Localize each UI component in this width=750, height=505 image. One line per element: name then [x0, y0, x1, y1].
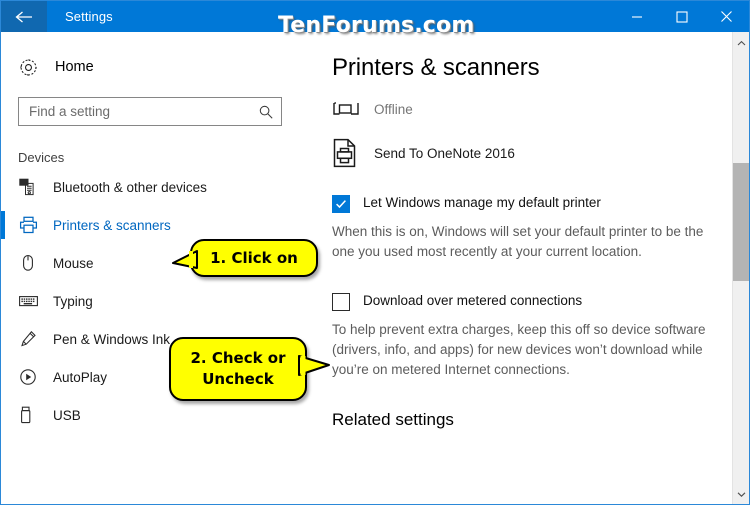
sidebar-item-label: Printers & scanners [53, 217, 171, 233]
sidebar-item-printers-scanners[interactable]: Printers & scanners [1, 208, 312, 242]
sidebar-item-usb[interactable]: USB [1, 398, 312, 432]
maximize-button[interactable] [659, 1, 704, 32]
watermark-text: TenForums.com [278, 13, 475, 38]
close-icon [720, 10, 733, 23]
sidebar-item-label: USB [53, 407, 81, 423]
scrollbar-up-button[interactable] [733, 34, 749, 52]
page-title: Printers & scanners [332, 54, 540, 81]
gear-icon [19, 58, 45, 77]
setting-label: Let Windows manage my default printer [363, 195, 601, 210]
printer-list-item[interactable]: Send To OneNote 2016 [332, 136, 749, 170]
sidebar-item-bluetooth-other-devices[interactable]: Bluetooth & other devices [1, 170, 312, 204]
sidebar-home-label: Home [55, 59, 94, 75]
usb-icon [19, 406, 43, 424]
selection-accent-bar [1, 211, 5, 239]
minimize-button[interactable] [614, 1, 659, 32]
sidebar-group-label: Devices [18, 150, 65, 165]
sidebar-item-label: Mouse [53, 255, 94, 271]
setting-row-default-printer[interactable]: Let Windows manage my default printer [332, 194, 749, 213]
close-button[interactable] [704, 1, 749, 32]
callout-text: 1. Click on [210, 248, 298, 267]
printer-name: Send To OneNote 2016 [374, 145, 515, 161]
setting-description: To help prevent extra charges, keep this… [332, 322, 706, 377]
minimize-icon [631, 11, 643, 23]
related-settings-heading: Related settings [332, 410, 454, 429]
scrollbar-down-button[interactable] [733, 485, 749, 503]
sidebar-item-label: Bluetooth & other devices [53, 179, 207, 195]
bluetooth-devices-icon [19, 178, 43, 196]
mouse-icon [19, 254, 43, 272]
callout-1-tail [172, 250, 198, 269]
checkbox-download-over-metered-connections[interactable] [332, 293, 350, 311]
checkbox-let-windows-manage-default-printer[interactable] [332, 195, 350, 213]
chevron-up-icon [737, 34, 746, 52]
callout-2-tail [298, 355, 330, 376]
pen-icon [19, 330, 43, 348]
sidebar-item-typing[interactable]: Typing [1, 284, 312, 318]
search-box[interactable] [18, 97, 282, 126]
fax-device-icon [332, 98, 370, 120]
sidebar-item-label: Typing [53, 293, 93, 309]
search-icon[interactable] [251, 104, 281, 120]
document-printer-icon [332, 138, 370, 168]
printer-name: Offline [374, 101, 413, 117]
main-content: Printers & scanners Offline Send To OneN… [312, 32, 749, 504]
maximize-icon [675, 10, 688, 23]
chevron-down-icon [737, 485, 746, 503]
back-arrow-icon [14, 9, 34, 25]
sidebar-item-home[interactable]: Home [1, 49, 312, 85]
keyboard-icon [19, 294, 43, 308]
setting-description: When this is on, Windows will set your d… [332, 224, 704, 259]
callout-text: 2. Check or Uncheck [190, 349, 286, 388]
callout-step-2: 2. Check or Uncheck [169, 337, 307, 401]
back-button[interactable] [1, 1, 47, 32]
setting-row-metered-connections[interactable]: Download over metered connections [332, 292, 749, 311]
search-input[interactable] [19, 103, 251, 120]
sidebar-item-label: Pen & Windows Ink [53, 331, 171, 347]
sidebar-item-label: AutoPlay [53, 369, 108, 385]
callout-step-1: 1. Click on [190, 239, 318, 277]
settings-window: Settings TenForums.com Home Find a setti… [0, 0, 750, 505]
window-body: Home Devices [1, 32, 749, 504]
vertical-scrollbar[interactable] [732, 32, 749, 504]
scrollbar-thumb[interactable] [733, 163, 749, 281]
printer-list-item[interactable]: Offline [332, 92, 749, 126]
window-title: Settings [65, 9, 113, 24]
autoplay-icon [19, 368, 43, 386]
printer-icon [19, 216, 43, 234]
window-controls [614, 1, 749, 32]
setting-label: Download over metered connections [363, 293, 583, 308]
